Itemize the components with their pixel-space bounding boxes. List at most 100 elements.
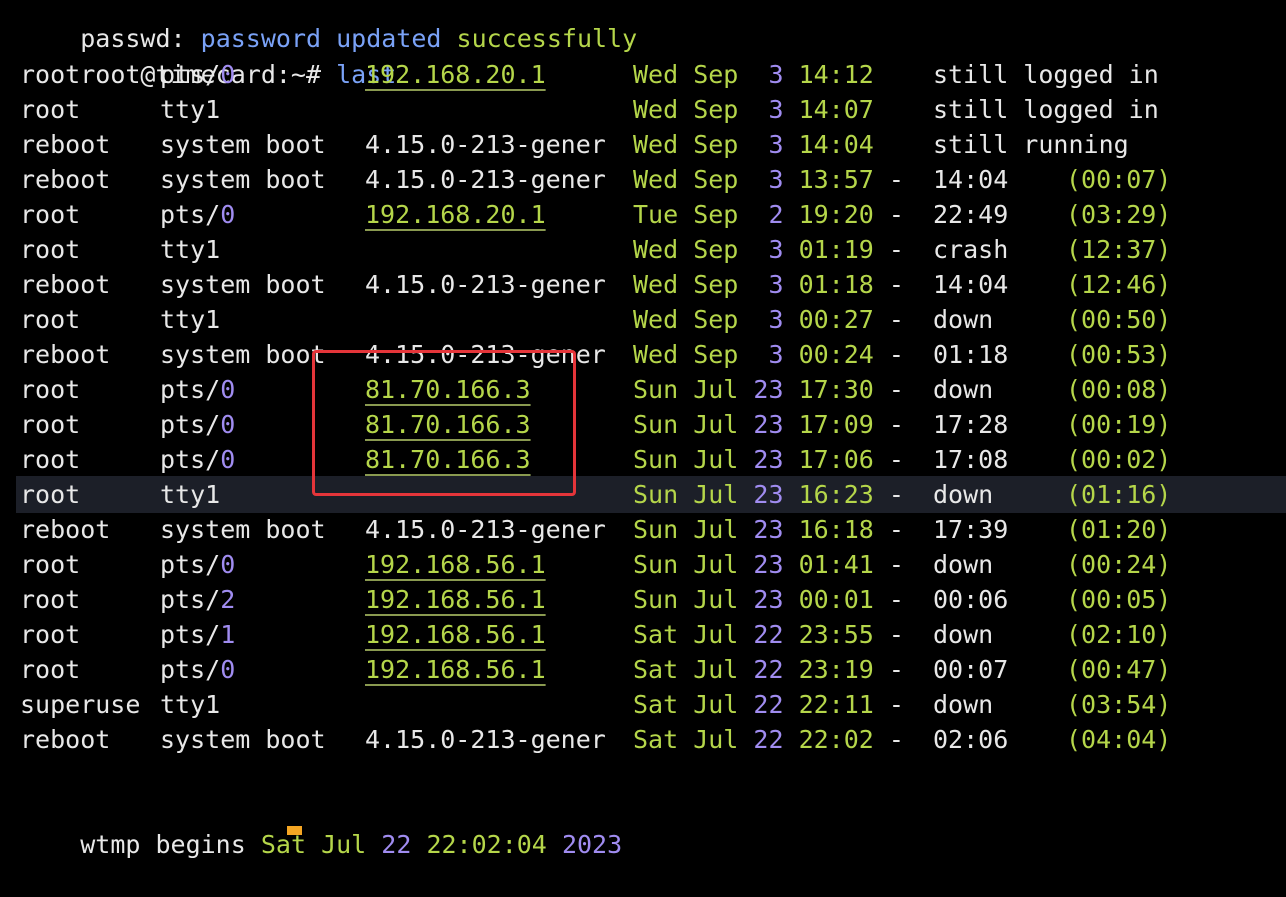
row-host-cell: 192.168.56.1	[365, 652, 633, 687]
row-date: Sun Jul	[633, 410, 754, 439]
table-row: root pts/0 81.70.166.3 Sun Jul 23 17:09 - 1…	[20, 407, 1171, 442]
row-end: crash	[933, 235, 1009, 264]
row-host-link[interactable]: 192.168.56.1	[365, 617, 546, 652]
row-tty: pts/0	[160, 197, 365, 232]
row-host-cell: 4.15.0-213-gener	[365, 162, 633, 197]
row-date: Sun Jul	[633, 550, 754, 579]
row-host: 4.15.0-213-gener	[365, 165, 606, 194]
row-duration: (02:10)	[1066, 620, 1172, 649]
row-sep: -	[873, 550, 919, 579]
row-tty-name: pts/	[160, 200, 221, 229]
row-user: root	[20, 620, 81, 649]
row-start: 00:24	[783, 340, 874, 369]
row-login-time: Wed Sep 3 00:27 -	[633, 302, 933, 337]
row-end: 17:28	[933, 410, 1009, 439]
row-host-link[interactable]: 192.168.56.1	[365, 652, 546, 687]
row-end: still logged in	[933, 95, 1159, 124]
row-end: down	[933, 550, 994, 579]
row-end: 14:04	[933, 270, 1009, 299]
row-tty-name: pts/	[160, 375, 221, 404]
row-user: root	[20, 480, 81, 509]
row-start: 01:18	[783, 270, 874, 299]
table-row: root pts/0 81.70.166.3 Sun Jul 23 17:06 - 1…	[20, 442, 1171, 477]
row-duration: (00:24)	[1066, 550, 1172, 579]
row-date: Sun Jul	[633, 480, 754, 509]
row-duration: (03:54)	[1066, 690, 1172, 719]
row-duration: (12:46)	[1066, 270, 1172, 299]
row-end: 14:04	[933, 165, 1009, 194]
row-login-time: Sun Jul 23 01:41 -	[633, 547, 933, 582]
row-user: root	[20, 585, 81, 614]
row-duration: (00:05)	[1066, 585, 1172, 614]
row-tty-name: pts/	[160, 60, 221, 89]
row-duration: (12:37)	[1066, 235, 1172, 264]
table-row: reboot system boot 4.15.0-213-gener Wed Sep…	[20, 267, 1171, 302]
row-tty-name: system boot	[160, 270, 326, 299]
row-login-time: Sun Jul 23 16:18 -	[633, 512, 933, 547]
row-duration: (00:47)	[1066, 655, 1172, 684]
row-duration: (00:07)	[1066, 165, 1172, 194]
row-tty-num: 1	[220, 620, 236, 649]
row-end: 00:06	[933, 585, 1009, 614]
row-host-cell: 192.168.56.1	[365, 617, 633, 652]
table-row: root tty1 Wed Sep 3 14:07 still logged in	[20, 92, 1159, 127]
row-date: Wed Sep	[633, 165, 769, 194]
row-host-link[interactable]: 192.168.56.1	[365, 582, 546, 617]
row-sep	[874, 92, 904, 127]
row-end: down	[933, 375, 994, 404]
row-login-time: Sat Jul 22 23:55 -	[633, 617, 933, 652]
row-tty-name: pts/	[160, 550, 221, 579]
row-login-time: Sun Jul 23 16:23 -	[633, 477, 933, 512]
row-login-time: Wed Sep 3 01:18 -	[633, 267, 933, 302]
row-sep: -	[873, 165, 919, 194]
row-end: down	[933, 305, 994, 334]
row-login-time: Sat Jul 22 22:02 -	[633, 722, 933, 757]
row-login-time: Sun Jul 23 00:01 -	[633, 582, 933, 617]
red-annotation-box	[312, 350, 576, 496]
row-end: down	[933, 480, 994, 509]
table-row: root pts/0 192.168.56.1 Sun Jul 23 01:41 - …	[20, 547, 1171, 582]
table-row: reboot system boot 4.15.0-213-gener Wed Sep…	[20, 337, 1171, 372]
row-tty: system boot	[160, 512, 365, 547]
row-user: root	[20, 200, 81, 229]
row-user: superuse	[20, 690, 141, 719]
row-sep: -	[873, 305, 919, 334]
row-day: 23	[753, 480, 784, 509]
row-start: 16:23	[783, 480, 874, 509]
row-end: 02:06	[933, 725, 1009, 754]
row-sep: -	[873, 725, 919, 754]
row-sep: -	[873, 375, 919, 404]
row-host-link[interactable]: 192.168.20.1	[365, 197, 546, 232]
row-day: 2	[768, 200, 784, 229]
row-tty-name: tty1	[160, 235, 221, 264]
row-tty-name: system boot	[160, 725, 326, 754]
row-end: down	[933, 620, 994, 649]
row-date: Sun Jul	[633, 515, 754, 544]
row-date: Sat Jul	[633, 690, 754, 719]
row-start: 22:02	[783, 725, 874, 754]
row-date: Wed Sep	[633, 95, 769, 124]
row-tty-num: 2	[220, 585, 236, 614]
row-user: reboot	[20, 165, 111, 194]
row-tty-name: tty1	[160, 480, 221, 509]
prompt-line: root@timecard:~# last	[20, 22, 396, 89]
row-date: Sat Jul	[633, 620, 754, 649]
row-day: 3	[768, 340, 784, 369]
row-host-link[interactable]: 192.168.20.1	[365, 57, 546, 92]
row-start: 14:07	[783, 95, 874, 124]
row-host-cell: 192.168.56.1	[365, 582, 633, 617]
row-tty-name: system boot	[160, 515, 326, 544]
row-duration: (00:50)	[1066, 305, 1172, 334]
row-user: root	[20, 445, 81, 474]
row-login-time: Tue Sep 2 19:20 -	[633, 197, 933, 232]
row-end: 17:08	[933, 445, 1009, 474]
footer-label: wtmp begins	[80, 830, 246, 859]
row-host-cell: 4.15.0-213-gener	[365, 127, 633, 162]
row-date: Wed Sep	[633, 270, 769, 299]
table-row: root pts/0 192.168.20.1 Wed Sep 3 14:12 sti…	[20, 57, 1159, 92]
table-row: root pts/0 81.70.166.3 Sun Jul 23 17:30 - d…	[20, 372, 1171, 407]
terminal-window[interactable]: passwd: password updated successfully ro…	[0, 0, 1286, 859]
row-host-link[interactable]: 192.168.56.1	[365, 547, 546, 582]
row-sep: -	[873, 340, 919, 369]
row-date: Wed Sep	[633, 235, 769, 264]
